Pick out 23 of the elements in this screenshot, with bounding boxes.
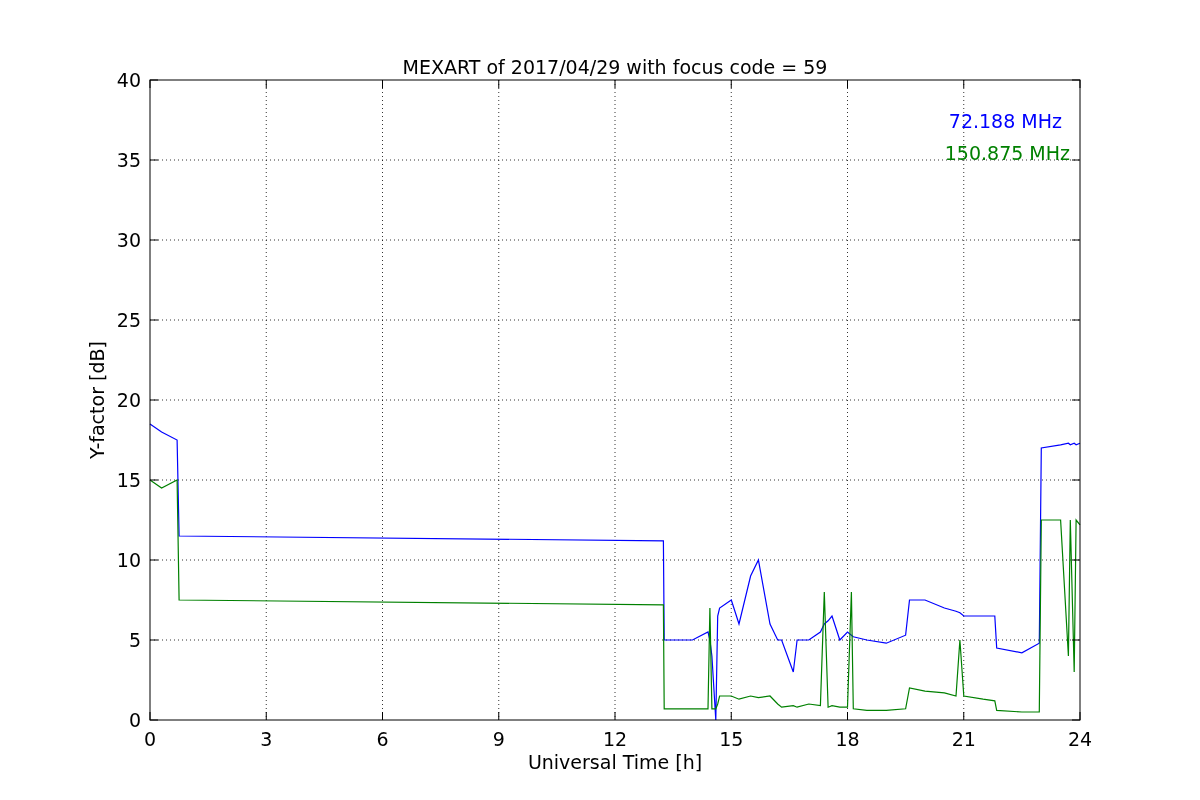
x-tick-label: 9 xyxy=(492,728,505,750)
x-tick-label: 6 xyxy=(376,728,389,750)
legend-label: 150.875 MHz xyxy=(944,142,1070,164)
y-tick-label: 15 xyxy=(116,469,141,491)
legend-label: 72.188 MHz xyxy=(948,110,1062,132)
y-tick-label: 25 xyxy=(116,309,141,331)
x-tick-label: 0 xyxy=(143,728,157,750)
x-tick-label: 12 xyxy=(602,728,628,750)
x-axis-title: Universal Time [h] xyxy=(527,751,703,773)
x-tick-label: 15 xyxy=(719,728,744,750)
x-tick-label: 18 xyxy=(835,728,860,750)
y-tick-label: 10 xyxy=(116,549,141,571)
y-tick-label: 30 xyxy=(116,229,141,251)
y-tick-label: 35 xyxy=(116,149,141,171)
x-tick-label: 24 xyxy=(1067,728,1093,750)
y-tick-label: 40 xyxy=(116,69,141,91)
y-tick-label: 0 xyxy=(128,709,141,731)
y-tick-label: 5 xyxy=(128,629,141,651)
y-axis-title: Y-factor [dB] xyxy=(86,341,108,459)
x-tick-label: 3 xyxy=(260,728,273,750)
x-tick-label: 21 xyxy=(951,728,976,750)
chart-title: MEXART of 2017/04/29 with focus code = 59 xyxy=(402,56,828,78)
y-tick-label: 20 xyxy=(116,389,141,411)
